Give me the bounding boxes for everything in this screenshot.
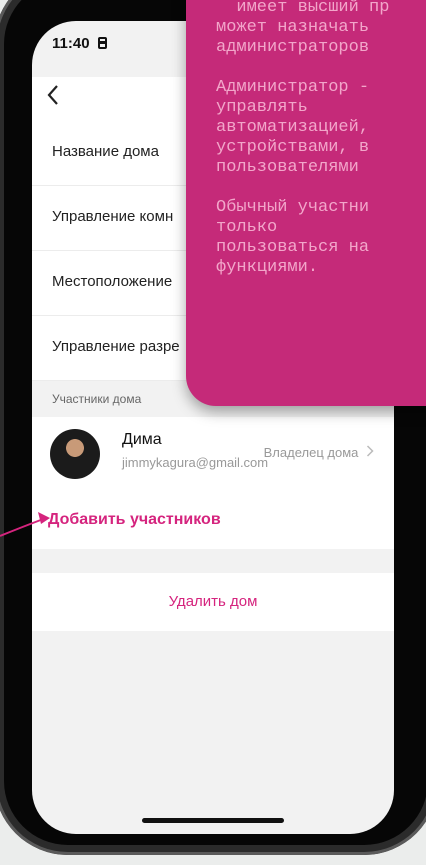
member-name: Дима: [122, 431, 162, 448]
tooltip-text: имеет высший пр может назначать админист…: [216, 0, 390, 277]
add-members-button[interactable]: Добавить участников: [32, 491, 394, 549]
member-email: jimmykagura@gmail.com: [122, 455, 269, 470]
members-section-header: Участники дома: [52, 392, 142, 406]
delete-home-label: Удалить дом: [168, 593, 258, 610]
pointer-arrow: [0, 512, 50, 537]
chevron-right-icon: [366, 445, 374, 460]
battery-icon: [97, 37, 107, 49]
home-indicator: [142, 818, 284, 823]
tutorial-tooltip: имеет высший пр может назначать админист…: [186, 0, 426, 406]
status-bar: 11:40: [52, 35, 107, 52]
settings-item-label: Управление разре: [52, 338, 180, 355]
settings-item-label: Местоположение: [52, 273, 173, 290]
member-role-label: Владелец дома: [263, 445, 359, 460]
member-row-owner[interactable]: Дима jimmykagura@gmail.com Владелец дома: [32, 417, 394, 492]
settings-item-label: Управление комн: [52, 208, 174, 225]
delete-home-button[interactable]: Удалить дом: [32, 573, 394, 631]
settings-item-label: Название дома: [52, 143, 159, 160]
member-role: Владелец дома: [264, 445, 374, 460]
add-members-label: Добавить участников: [48, 511, 221, 528]
